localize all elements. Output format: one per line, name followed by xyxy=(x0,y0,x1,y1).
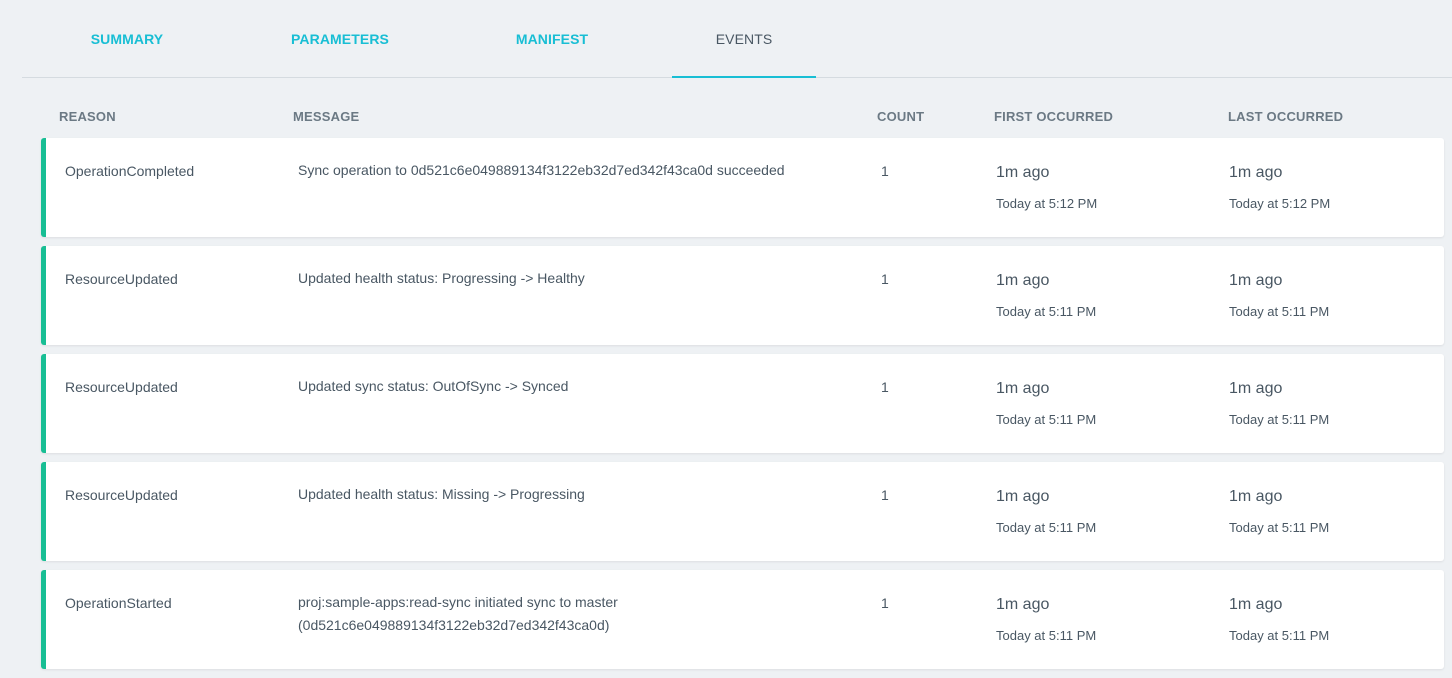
event-last-occurred-time: Today at 5:12 PM xyxy=(1229,196,1331,211)
event-message: proj:sample-apps:read-sync initiated syn… xyxy=(298,594,618,633)
event-first-occurred-relative: 1m ago xyxy=(996,596,1050,613)
tab-summary[interactable]: SUMMARY xyxy=(22,0,232,77)
column-header-message: MESSAGE xyxy=(293,109,360,124)
event-first-occurred-relative: 1m ago xyxy=(996,488,1050,505)
event-last-occurred-relative: 1m ago xyxy=(1229,488,1283,505)
event-reason: ResourceUpdated xyxy=(65,487,178,503)
event-message: Sync operation to 0d521c6e049889134f3122… xyxy=(298,162,785,178)
event-reason: OperationCompleted xyxy=(65,163,195,179)
event-last-occurred-relative: 1m ago xyxy=(1229,596,1283,613)
event-row[interactable]: OperationStarted proj:sample-apps:read-s… xyxy=(41,570,1444,669)
event-last-occurred-time: Today at 5:11 PM xyxy=(1229,628,1330,643)
event-last-occurred-relative: 1m ago xyxy=(1229,272,1283,289)
event-reason: ResourceUpdated xyxy=(65,379,178,395)
event-row[interactable]: ResourceUpdated Updated health status: M… xyxy=(41,462,1444,561)
column-header-reason: REASON xyxy=(59,109,116,124)
event-first-occurred-time: Today at 5:11 PM xyxy=(996,304,1097,319)
event-reason: OperationStarted xyxy=(65,595,172,611)
tab-bar: SUMMARY PARAMETERS MANIFEST EVENTS xyxy=(22,0,1452,78)
event-row[interactable]: ResourceUpdated Updated health status: P… xyxy=(41,246,1444,345)
event-row[interactable]: OperationCompleted Sync operation to 0d5… xyxy=(41,138,1444,237)
event-first-occurred-time: Today at 5:11 PM xyxy=(996,520,1097,535)
event-reason: ResourceUpdated xyxy=(65,271,178,287)
column-header-last-occurred: LAST OCCURRED xyxy=(1228,109,1344,124)
event-first-occurred-relative: 1m ago xyxy=(996,380,1050,397)
event-last-occurred-relative: 1m ago xyxy=(1229,380,1283,397)
event-last-occurred-relative: 1m ago xyxy=(1229,164,1283,181)
event-first-occurred-relative: 1m ago xyxy=(996,164,1050,181)
column-header-first-occurred: FIRST OCCURRED xyxy=(994,109,1114,124)
event-first-occurred-relative: 1m ago xyxy=(996,272,1050,289)
event-last-occurred-time: Today at 5:11 PM xyxy=(1229,412,1330,427)
tab-events[interactable]: EVENTS xyxy=(672,0,816,78)
event-count: 1 xyxy=(881,379,889,395)
event-last-occurred-time: Today at 5:11 PM xyxy=(1229,304,1330,319)
tab-manifest[interactable]: MANIFEST xyxy=(448,0,656,77)
tab-parameters[interactable]: PARAMETERS xyxy=(232,0,448,77)
column-header-count: COUNT xyxy=(877,109,925,124)
event-count: 1 xyxy=(881,163,889,179)
event-first-occurred-time: Today at 5:11 PM xyxy=(996,628,1097,643)
event-message: Updated health status: Missing -> Progre… xyxy=(298,486,585,502)
event-first-occurred-time: Today at 5:12 PM xyxy=(996,196,1098,211)
event-last-occurred-time: Today at 5:11 PM xyxy=(1229,520,1330,535)
event-count: 1 xyxy=(881,595,889,611)
event-message: Updated sync status: OutOfSync -> Synced xyxy=(298,378,569,394)
event-message: Updated health status: Progressing -> He… xyxy=(298,270,585,286)
event-first-occurred-time: Today at 5:11 PM xyxy=(996,412,1097,427)
event-count: 1 xyxy=(881,487,889,503)
event-row[interactable]: ResourceUpdated Updated sync status: Out… xyxy=(41,354,1444,453)
event-count: 1 xyxy=(881,271,889,287)
